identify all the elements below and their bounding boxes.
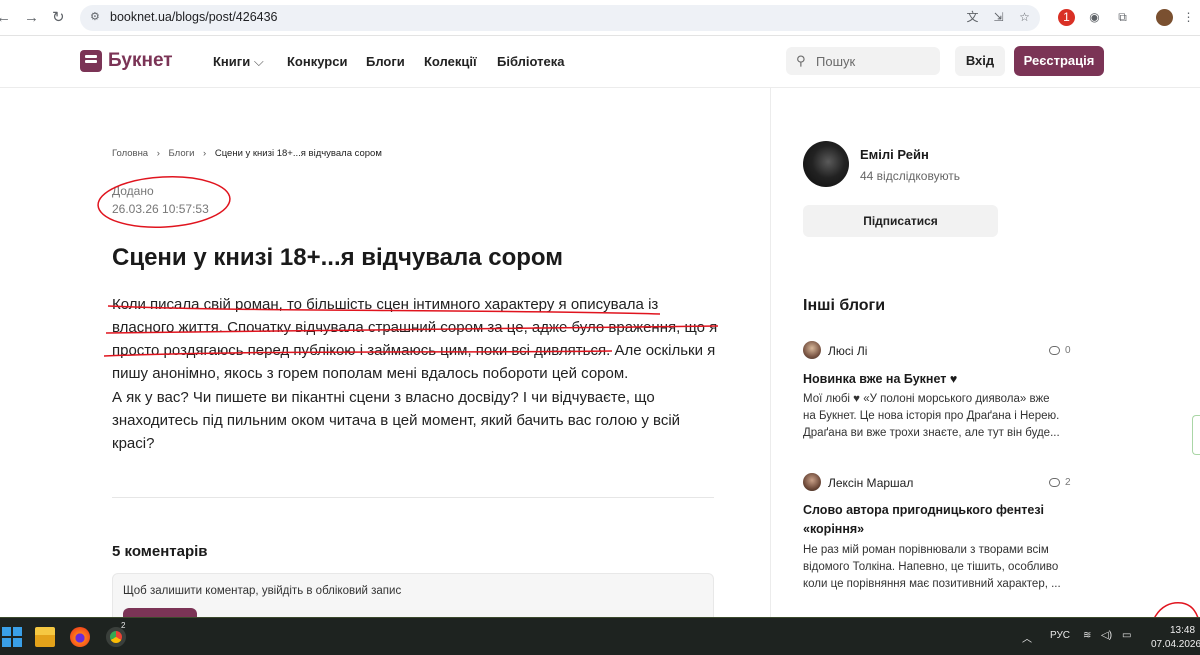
blog-excerpt[interactable]: Мої любі ♥ «У полоні морського диявола» … bbox=[803, 391, 1065, 442]
browser-toolbar: ← → ↻ ⚙ booknet.ua/blogs/post/426436 文 ⇲… bbox=[0, 0, 1200, 36]
blog-author-name[interactable]: Лексін Маршал bbox=[828, 476, 913, 490]
address-bar[interactable]: ⚙ booknet.ua/blogs/post/426436 文 ⇲ ☆ bbox=[80, 5, 1040, 31]
blog-comment-count: 0 bbox=[1065, 345, 1071, 356]
extension-puzzle-icon[interactable]: ◉ bbox=[1086, 9, 1103, 26]
breadcrumb-blogs[interactable]: Блоги bbox=[169, 148, 195, 159]
divider bbox=[112, 497, 714, 498]
search-icon: ⚲ bbox=[796, 53, 806, 68]
article-paragraph-2: А як у вас? Чи пишете ви пікантні сцени … bbox=[112, 389, 681, 452]
chrome-icon[interactable] bbox=[106, 627, 126, 647]
blog-author-avatar[interactable] bbox=[803, 341, 821, 359]
blog-excerpt[interactable]: Не раз мій роман порівнювали з творами в… bbox=[803, 542, 1065, 593]
search-input[interactable]: ⚲ Пошук bbox=[786, 47, 940, 75]
site-info-icon[interactable]: ⚙ bbox=[90, 11, 102, 23]
login-button[interactable]: Вхід bbox=[955, 46, 1005, 76]
breadcrumb-separator-icon: › bbox=[156, 148, 160, 159]
forward-arrow-icon[interactable]: → bbox=[24, 9, 39, 27]
extension-badge: 1 bbox=[1063, 10, 1070, 24]
sidebar-divider bbox=[770, 88, 771, 618]
language-indicator[interactable]: РУС bbox=[1050, 630, 1070, 641]
battery-icon[interactable]: ▭ bbox=[1122, 630, 1131, 641]
site-header: Букнет Книги ⌵ Конкурси Блоги Колекції Б… bbox=[0, 36, 1200, 88]
author-avatar[interactable] bbox=[803, 141, 849, 187]
translate-icon[interactable]: 文 bbox=[964, 9, 981, 26]
chrome-badge: 2 bbox=[121, 621, 126, 630]
clock-time[interactable]: 13:48 bbox=[1170, 625, 1195, 636]
article-paragraph-1: Коли писала свій роман, то більшість сце… bbox=[112, 296, 718, 382]
article-title: Сцени у книзі 18+...я відчувала сором bbox=[112, 244, 564, 271]
speaker-icon[interactable]: ◁) bbox=[1101, 630, 1112, 641]
booknet-logo-icon[interactable] bbox=[80, 50, 102, 72]
search-placeholder: Пошук bbox=[816, 54, 856, 69]
breadcrumb-home[interactable]: Головна bbox=[112, 148, 148, 159]
comment-bubble-icon bbox=[1049, 478, 1060, 487]
blog-title[interactable]: Слово автора пригодницького фентезі «кор… bbox=[803, 501, 1065, 539]
chevron-up-icon[interactable]: ︿ bbox=[1022, 630, 1032, 645]
blog-author-avatar[interactable] bbox=[803, 473, 821, 491]
breadcrumb-current: Сцени у книзі 18+...я відчувала сором bbox=[214, 148, 382, 159]
reload-icon[interactable]: ↻ bbox=[52, 9, 65, 27]
bookmark-star-icon[interactable]: ☆ bbox=[1016, 9, 1033, 26]
added-date: 26.03.26 10:57:53 bbox=[112, 202, 209, 216]
comment-login-box: Щоб залишити коментар, увійдіть в обліко… bbox=[112, 573, 714, 624]
nav-contests[interactable]: Конкурси bbox=[287, 54, 347, 69]
added-label: Додано bbox=[112, 184, 154, 198]
register-button[interactable]: Реєстрація bbox=[1014, 46, 1104, 76]
breadcrumb: Головна › Блоги › Сцени у книзі 18+...я … bbox=[112, 148, 388, 159]
extensions-menu-icon[interactable]: ⧉ bbox=[1114, 9, 1131, 26]
nav-blogs[interactable]: Блоги bbox=[366, 54, 405, 69]
author-followers: 44 відслідковують bbox=[860, 169, 961, 183]
breadcrumb-separator-icon: › bbox=[203, 148, 207, 159]
nav-books-label: Книги bbox=[213, 54, 251, 69]
blog-comment-count: 2 bbox=[1065, 477, 1071, 488]
url-text[interactable]: booknet.ua/blogs/post/426436 bbox=[110, 10, 278, 24]
logo-text[interactable]: Букнет bbox=[108, 50, 173, 72]
nav-library[interactable]: Бібліотека bbox=[497, 54, 564, 69]
nav-books[interactable]: Книги ⌵ bbox=[213, 54, 264, 70]
clock-date[interactable]: 07.04.2026 bbox=[1151, 639, 1200, 650]
comment-login-hint: Щоб залишити коментар, увійдіть в обліко… bbox=[123, 585, 402, 597]
comments-title: 5 коментарів bbox=[112, 543, 208, 560]
nav-collections[interactable]: Колекції bbox=[424, 54, 477, 69]
windows-start-icon[interactable] bbox=[2, 627, 22, 647]
firefox-icon[interactable] bbox=[70, 627, 90, 647]
comment-bubble-icon bbox=[1049, 346, 1060, 355]
file-explorer-icon[interactable] bbox=[35, 627, 55, 647]
follow-button[interactable]: Підписатися bbox=[803, 205, 998, 237]
author-name[interactable]: Емілі Рейн bbox=[860, 147, 929, 162]
taskbar: 2 ︿ РУС ≋ ◁) ▭ 13:48 07.04.2026 bbox=[0, 617, 1200, 655]
profile-avatar[interactable] bbox=[1156, 9, 1173, 26]
browser-menu-icon[interactable]: ⋮ bbox=[1180, 9, 1197, 26]
chevron-down-icon: ⌵ bbox=[253, 54, 264, 69]
back-arrow-icon[interactable]: ← bbox=[0, 9, 11, 27]
wifi-icon[interactable]: ≋ bbox=[1083, 630, 1091, 641]
blog-author-name[interactable]: Люсі Лі bbox=[828, 344, 867, 358]
extension-icon[interactable]: 1 bbox=[1058, 9, 1075, 26]
install-app-icon[interactable]: ⇲ bbox=[990, 9, 1007, 26]
blog-title[interactable]: Новинка вже на Букнет ♥ bbox=[803, 370, 1065, 389]
other-blogs-title: Інші блоги bbox=[803, 297, 886, 314]
side-widget[interactable] bbox=[1192, 415, 1200, 455]
